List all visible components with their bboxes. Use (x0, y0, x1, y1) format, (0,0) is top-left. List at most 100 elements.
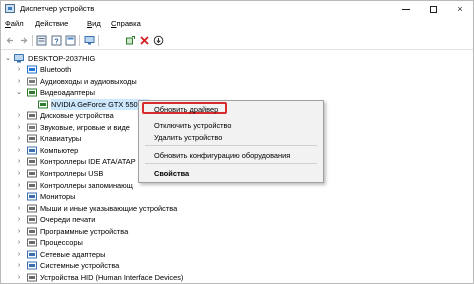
device-category-icon (27, 273, 37, 282)
collapse-icon[interactable]: ⌄ (15, 87, 23, 98)
expand-icon[interactable]: › (15, 156, 23, 167)
device-category-icon (27, 169, 37, 178)
tree-item[interactable]: › Аудиовходы и аудиовыходы (1, 76, 473, 87)
tree-item[interactable]: ⌄ Видеоадаптеры (1, 87, 473, 98)
properties-icon (36, 35, 47, 46)
menu-help[interactable]: Справка (111, 19, 141, 28)
tree-item-label: Мониторы (40, 192, 76, 202)
toolbar-separator (32, 35, 33, 46)
expand-icon[interactable]: › (15, 191, 23, 202)
tree-item[interactable]: › Bluetooth (1, 64, 473, 75)
tree-item[interactable]: › Системные устройства (1, 260, 473, 271)
menu-properties[interactable]: Свойства (154, 169, 189, 178)
expand-icon[interactable]: › (15, 226, 23, 237)
tree-item-label: Контроллеры запоминающ (40, 180, 133, 190)
minimize-button[interactable] (393, 2, 419, 16)
tree-item-label: Контроллеры USB (40, 168, 104, 178)
uninstall-icon (140, 36, 149, 45)
device-category-icon (27, 261, 37, 270)
device-category-icon (27, 250, 37, 259)
device-category-icon (27, 215, 37, 224)
device-category-icon (27, 134, 37, 143)
computer-name: DESKTOP-2037HIG (28, 54, 96, 63)
window-title: Диспетчер устройств (20, 4, 95, 13)
menu-scan-hardware[interactable]: Обновить конфигурацию оборудования (154, 151, 290, 160)
tree-item[interactable]: › Программные устройства (1, 226, 473, 237)
back-button[interactable] (5, 35, 16, 46)
toolbar-separator (98, 35, 99, 46)
tree-item-label: Звуковые, игровые и виде (40, 122, 130, 132)
monitor-button[interactable] (84, 35, 95, 46)
tree-root[interactable]: ⌄ DESKTOP-2037HIG (1, 53, 473, 64)
tree-item-label: Очереди печати (40, 215, 96, 225)
tree-item[interactable]: › Сетевые адаптеры (1, 249, 473, 260)
expand-icon[interactable]: › (15, 180, 23, 191)
menu-file[interactable]: Файл (5, 19, 24, 28)
tree-item-label: Процессоры (40, 238, 83, 248)
tree-item-label: Дисковые устройства (40, 111, 114, 121)
tree-item-label: Мыши и иные указывающие устройства (40, 203, 178, 213)
update-driver-button[interactable] (125, 35, 136, 46)
help-button[interactable]: ? (51, 35, 62, 46)
tree-item-label: Видеоадаптеры (40, 88, 95, 98)
device-manager-icon (5, 4, 15, 13)
menu-bar: Файл Действие Вид Справка (1, 17, 473, 31)
menu-uninstall-device[interactable]: Удалить устройство (154, 133, 222, 142)
device-category-icon (27, 111, 37, 120)
tree-item-label: Системные устройства (40, 261, 120, 271)
tree-item-label: Клавиатуры (40, 134, 82, 144)
tree-item-label: Программные устройства (40, 226, 129, 236)
svg-text:?: ? (54, 38, 58, 45)
expand-icon[interactable]: › (15, 214, 23, 225)
device-category-icon (27, 227, 37, 236)
expand-icon[interactable]: › (15, 203, 23, 214)
monitor-icon (84, 36, 95, 45)
device-category-icon (27, 192, 37, 201)
menu-separator (145, 163, 317, 164)
back-icon (6, 37, 13, 44)
computer-icon (14, 54, 24, 63)
menu-separator (145, 145, 317, 146)
expand-icon[interactable]: › (15, 249, 23, 260)
tree-item-label: Компьютер (40, 145, 79, 155)
menu-update-driver[interactable]: Обновить драйвер (154, 105, 218, 114)
device-category-icon (27, 146, 37, 155)
scan-button[interactable] (153, 35, 164, 46)
properties-button[interactable] (36, 35, 47, 46)
view-button[interactable] (65, 35, 76, 46)
maximize-button[interactable] (420, 2, 446, 16)
device-category-icon (38, 100, 48, 109)
title-bar[interactable]: Диспетчер устройств × (1, 1, 473, 17)
expand-icon[interactable]: › (15, 122, 23, 133)
menu-action[interactable]: Действие (35, 19, 68, 28)
menu-disable-device[interactable]: Отключить устройство (154, 121, 232, 130)
expand-icon[interactable]: › (15, 237, 23, 248)
tree-item[interactable]: › Устройства HID (Human Interface Devices… (1, 272, 473, 283)
expand-icon[interactable]: › (15, 133, 23, 144)
tree-item-label: Bluetooth (40, 65, 72, 74)
expand-icon[interactable]: › (15, 145, 23, 156)
expand-icon[interactable]: › (15, 64, 23, 75)
tree-item[interactable]: › Процессоры (1, 237, 473, 248)
tree-item-label: Сетевые адаптеры (40, 249, 106, 259)
tree-item-label: Аудиовходы и аудиовыходы (40, 76, 137, 86)
expand-icon[interactable]: › (15, 110, 23, 121)
toolbar: ? (1, 32, 473, 50)
expand-icon[interactable]: › (15, 76, 23, 87)
tree-item[interactable]: › Очереди печати (1, 214, 473, 225)
expand-icon[interactable]: › (15, 272, 23, 283)
device-category-icon (27, 204, 37, 213)
tree-item[interactable]: › Мыши и иные указывающие устройства (1, 203, 473, 214)
close-button[interactable]: × (447, 2, 473, 16)
tree-item[interactable]: › Мониторы (1, 191, 473, 202)
collapse-icon[interactable]: ⌄ (4, 53, 12, 64)
expand-icon[interactable]: › (15, 168, 23, 179)
expand-icon[interactable]: › (15, 260, 23, 271)
view-icon (65, 35, 76, 46)
device-category-icon (27, 88, 37, 97)
tree-item-label: Контроллеры IDE ATA/ATAP (40, 157, 136, 167)
uninstall-button[interactable] (139, 35, 150, 46)
menu-view[interactable]: Вид (87, 19, 101, 28)
forward-button[interactable] (18, 35, 29, 46)
